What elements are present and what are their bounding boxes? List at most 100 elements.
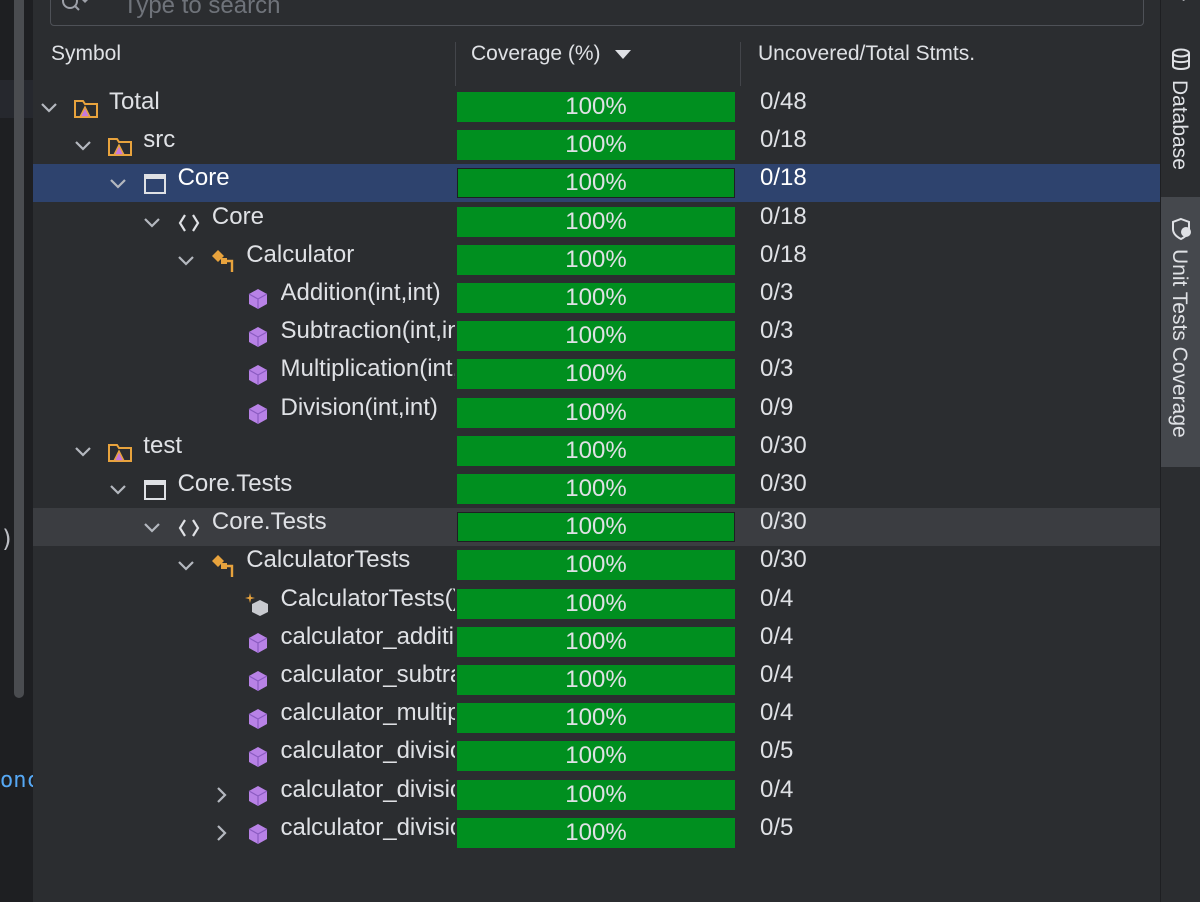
chevron-down-icon[interactable] xyxy=(106,477,130,501)
project-folder-icon xyxy=(107,133,133,159)
tree-row[interactable]: Subtraction(int,int)100% 0/3 xyxy=(33,317,1160,355)
right-tool-window-bar: r Database Unit Tests Coverage xyxy=(1160,0,1200,902)
symbol-label: calculator_division_cases xyxy=(280,813,456,841)
tree-row[interactable]: Core.Tests 100% 0/30 xyxy=(33,508,1160,547)
method-icon xyxy=(245,668,271,694)
tree-row[interactable]: Addition(int,int) 100% 0/3 xyxy=(33,279,1160,317)
tree-row[interactable]: src 100% 0/18 xyxy=(33,126,1160,164)
tree-row[interactable]: Core.Tests 100% 0/30 xyxy=(33,470,1160,508)
column-divider[interactable] xyxy=(740,42,741,86)
column-coverage-label: Coverage (%) xyxy=(471,42,601,65)
tool-tab-partial-label: r xyxy=(1167,0,1191,1)
tree-row[interactable]: CalculatorTests() 100% 0/4 xyxy=(33,585,1160,623)
tree-row[interactable]: calculator_addition100% 0/4 xyxy=(33,623,1160,661)
symbol-label: CalculatorTests() xyxy=(280,584,456,612)
editor-scrollbar[interactable] xyxy=(14,0,24,698)
tree-row[interactable]: calculator_multiplication100% 0/4 xyxy=(33,699,1160,737)
search-box[interactable] xyxy=(50,0,1144,26)
tree-row[interactable]: calculator_division_cases100% 0/5 xyxy=(33,814,1160,852)
symbol-label: calculator_multiplication xyxy=(280,699,456,727)
stmts-value: 0/18 xyxy=(760,202,807,230)
stmts-value: 0/9 xyxy=(760,393,794,421)
stmts-value: 0/4 xyxy=(760,661,794,688)
chevron-down-icon[interactable] xyxy=(106,171,130,195)
coverage-bar: 100% xyxy=(457,474,735,504)
stmts-value: 0/30 xyxy=(760,431,807,459)
chevron-down-icon[interactable] xyxy=(71,439,95,463)
coverage-bar: 100% xyxy=(457,92,735,122)
method-icon xyxy=(245,630,271,656)
coverage-bar: 100% xyxy=(457,626,735,657)
stmts-value: 0/4 xyxy=(760,622,794,650)
column-stmts[interactable]: Uncovered/Total Stmts. xyxy=(758,42,975,86)
tree-row[interactable]: calculator_division_by_zero100% 0/4 xyxy=(33,776,1160,814)
project-folder-icon xyxy=(73,95,99,121)
coverage-bar: 100% xyxy=(457,550,735,581)
chevron-down-icon[interactable] xyxy=(140,210,164,234)
coverage-shield-icon xyxy=(1172,217,1191,241)
coverage-bar: 100% xyxy=(457,435,735,466)
sort-descending-icon xyxy=(614,49,631,59)
stmts-value: 0/30 xyxy=(760,546,807,574)
database-icon xyxy=(1172,48,1190,70)
stmts-value: 0/5 xyxy=(760,737,794,765)
coverage-bar: 100% xyxy=(457,244,735,275)
tool-tab-unit-tests-coverage[interactable]: Unit Tests Coverage xyxy=(1161,197,1200,467)
coverage-bar: 100% xyxy=(457,206,735,237)
coverage-bar: 100% xyxy=(457,665,735,695)
coverage-bar: 100% xyxy=(457,397,735,428)
search-input[interactable] xyxy=(123,0,723,19)
tree-row[interactable]: calculator_division100% 0/5 xyxy=(33,737,1160,775)
method-icon xyxy=(245,324,271,350)
table-header: Symbol Coverage (%) Uncovered/Total Stmt… xyxy=(33,42,1160,86)
method-icon xyxy=(245,821,271,847)
project-folder-icon xyxy=(107,439,133,465)
coverage-bar: 100% xyxy=(457,130,735,161)
stmts-value: 0/3 xyxy=(760,279,794,306)
symbol-label: Addition(int,int) xyxy=(280,279,441,306)
coverage-bar: 100% xyxy=(457,359,735,390)
symbol-label: CalculatorTests xyxy=(246,546,411,574)
symbol-label: Core xyxy=(177,164,230,192)
chevron-right-icon[interactable] xyxy=(209,821,233,845)
column-divider[interactable] xyxy=(455,42,456,86)
column-symbol[interactable]: Symbol xyxy=(51,42,121,86)
tree-row[interactable]: Total 100% 0/48 xyxy=(33,88,1160,126)
coverage-bar: 100% xyxy=(457,168,735,199)
namespace-icon xyxy=(176,210,202,236)
tree-row[interactable]: Core 100% 0/18 xyxy=(33,164,1160,203)
chevron-down-icon[interactable] xyxy=(71,133,95,157)
editor-code-fragment: ) xyxy=(0,525,15,553)
class-icon xyxy=(210,248,236,274)
tree-row[interactable]: calculator_subtraction100% 0/4 xyxy=(33,661,1160,699)
stmts-value: 0/4 xyxy=(760,584,794,612)
chevron-down-icon[interactable] xyxy=(140,515,164,539)
tree-row[interactable]: Calculator 100% 0/18 xyxy=(33,241,1160,279)
stmts-value: 0/5 xyxy=(760,813,794,841)
stmts-value: 0/18 xyxy=(760,164,807,192)
tree-row[interactable]: test 100% 0/30 xyxy=(33,432,1160,470)
chevron-right-icon[interactable] xyxy=(209,783,233,807)
namespace-icon xyxy=(176,515,202,541)
stmts-value: 0/18 xyxy=(760,240,807,268)
stmts-value: 0/30 xyxy=(760,508,807,536)
tree-row[interactable]: Multiplication(int,int)100% 0/3 xyxy=(33,355,1160,393)
editor-gutter: ) onc xyxy=(0,0,33,902)
symbol-label: Division(int,int) xyxy=(280,393,438,421)
chevron-down-icon[interactable] xyxy=(174,553,198,577)
tree-row[interactable]: CalculatorTests 100% 0/30 xyxy=(33,546,1160,584)
coverage-bar: 100% xyxy=(457,588,735,619)
column-coverage[interactable]: Coverage (%) xyxy=(471,42,631,86)
stmts-value: 0/4 xyxy=(760,699,794,727)
tool-tab-partial[interactable]: r xyxy=(1161,0,1200,30)
chevron-down-icon[interactable] xyxy=(174,248,198,272)
tree-row[interactable]: Core 100% 0/18 xyxy=(33,203,1160,241)
tree-row[interactable]: Division(int,int) 100% 0/9 xyxy=(33,394,1160,432)
tool-tab-database[interactable]: Database xyxy=(1161,40,1200,190)
coverage-bar: 100% xyxy=(457,741,735,772)
stmts-value: 0/3 xyxy=(760,317,794,345)
symbol-label: Calculator xyxy=(246,240,355,268)
symbol-label: src xyxy=(143,126,176,154)
coverage-panel: Symbol Coverage (%) Uncovered/Total Stmt… xyxy=(33,0,1160,902)
chevron-down-icon[interactable] xyxy=(37,95,61,119)
